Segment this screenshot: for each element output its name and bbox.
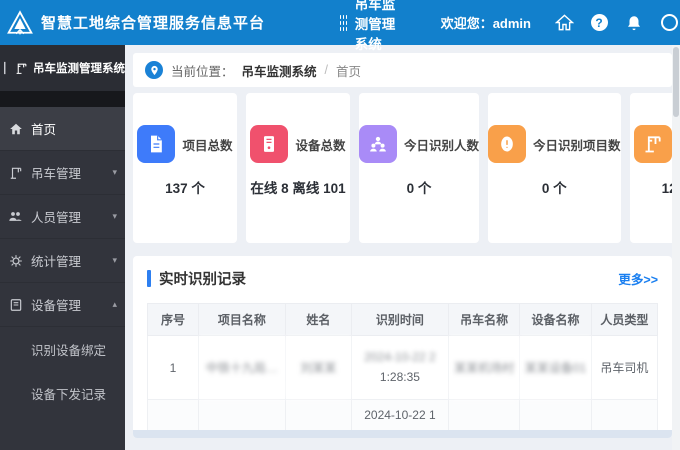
col-header-person-type: 人员类型 bbox=[590, 303, 659, 336]
stat-card-total-projects: 项目总数 137 个 bbox=[133, 93, 237, 243]
people-icon bbox=[359, 125, 397, 163]
crane-icon bbox=[634, 125, 672, 163]
cell-person-type: 吊车司机 bbox=[590, 335, 659, 400]
panel-title: 实时识别记录 bbox=[159, 272, 246, 288]
logout-icon[interactable] bbox=[658, 12, 680, 34]
sidebar-item-crane-management[interactable]: 吊车管理 ▾ bbox=[0, 151, 125, 195]
crane-icon bbox=[15, 62, 28, 75]
realtime-records-panel: 实时识别记录 更多>> 序号 项目名称 姓名 识别时间 吊车名称 设备名称 人员… bbox=[133, 256, 672, 438]
document-icon bbox=[137, 125, 176, 163]
sidebar-title-label: 吊车监测管理系统 bbox=[33, 63, 125, 75]
table-row: 2024-10-22 1 bbox=[147, 399, 659, 430]
chevron-down-icon: ▾ bbox=[112, 255, 117, 265]
table-row: 1 中铁十九局… 刘某某 2024-10-22 2 1:28:35 某某机场村 … bbox=[147, 335, 659, 400]
apps-grid-icon bbox=[340, 14, 347, 31]
stat-card-today-recognized-projects: 今日识别项目数 0 个 bbox=[488, 93, 621, 243]
recognition-records-table: 序号 项目名称 姓名 识别时间 吊车名称 设备名称 人员类型 1 中铁十九局… … bbox=[147, 303, 659, 430]
home-icon[interactable] bbox=[553, 12, 575, 34]
sidebar-item-device-management[interactable]: 设备管理 ▴ bbox=[0, 283, 125, 327]
top-header: 智慧工地综合管理服务信息平台 吊车监测管理系统 欢迎您：admin ? bbox=[0, 0, 680, 52]
sidebar-subitem-label: 识别设备绑定 bbox=[31, 343, 107, 358]
sidebar-item-home[interactable]: 首页 bbox=[0, 107, 125, 151]
cell-recognition-time: 2024-10-22 2 1:28:35 bbox=[350, 335, 449, 400]
header-action-icons: ? bbox=[553, 12, 680, 34]
crane-icon bbox=[8, 165, 23, 180]
stat-card-value: 0 个 bbox=[406, 181, 432, 196]
device-icon bbox=[8, 297, 23, 312]
sidebar-subitem-recognition-device-binding[interactable]: 识别设备绑定 bbox=[0, 327, 125, 371]
cell-recognition-time: 2024-10-22 1 bbox=[350, 399, 449, 430]
app-switcher[interactable]: 吊车监测管理系统 bbox=[340, 0, 401, 53]
current-app-name: 吊车监测管理系统 bbox=[354, 0, 396, 52]
sidebar-item-label: 吊车管理 bbox=[31, 167, 82, 181]
cell-crane-name: 某某机场村 bbox=[447, 335, 521, 400]
sidebar-divider bbox=[0, 91, 125, 107]
stat-card-value: 在线 8 离线 101 bbox=[250, 181, 346, 196]
more-link[interactable]: 更多>> bbox=[618, 269, 658, 288]
breadcrumb-root[interactable]: 吊车监测系统 bbox=[242, 61, 317, 80]
sidebar-subitem-label: 设备下发记录 bbox=[31, 387, 107, 402]
welcome-label: 欢迎您： bbox=[440, 16, 493, 31]
col-header-person-name: 姓名 bbox=[284, 303, 352, 336]
col-header-crane-name: 吊车名称 bbox=[447, 303, 521, 336]
collapse-handle-icon bbox=[4, 61, 6, 75]
sidebar-item-label: 设备管理 bbox=[31, 299, 82, 313]
device-icon bbox=[250, 125, 289, 163]
home-icon bbox=[8, 121, 23, 136]
stat-card-value: 137 个 bbox=[165, 181, 205, 196]
chevron-down-icon: ▾ bbox=[112, 211, 117, 221]
scrollbar-thumb[interactable] bbox=[673, 47, 679, 117]
stat-card-crane-count: 吊车数量 123 个 bbox=[629, 93, 672, 243]
breadcrumb-separator: / bbox=[324, 63, 329, 77]
sidebar-title: 吊车监测管理系统 bbox=[0, 45, 125, 91]
sidebar-item-label: 人员管理 bbox=[31, 211, 82, 225]
vertical-scrollbar[interactable] bbox=[672, 45, 680, 450]
chevron-up-icon: ▴ bbox=[112, 299, 117, 309]
location-pin-icon bbox=[145, 61, 163, 79]
stat-card-label: 今日识别项目数 bbox=[533, 138, 621, 153]
sidebar-item-personnel-management[interactable]: 人员管理 ▾ bbox=[0, 195, 125, 239]
stat-card-total-devices: 设备总数 在线 8 离线 101 bbox=[246, 93, 350, 243]
breadcrumb: 当前位置： 吊车监测系统 / 首页 bbox=[133, 53, 672, 87]
cell-project-name: 中铁十九局… bbox=[198, 335, 286, 400]
chevron-down-icon: ▾ bbox=[112, 167, 117, 177]
bell-icon[interactable] bbox=[623, 12, 645, 34]
cell-device-name: 某某设备01 bbox=[519, 335, 592, 400]
cell-no: 1 bbox=[147, 335, 199, 400]
panel-title-accent-bar bbox=[147, 270, 151, 287]
brand: 智慧工地综合管理服务信息平台 bbox=[0, 9, 340, 37]
platform-title: 智慧工地综合管理服务信息平台 bbox=[41, 15, 266, 32]
help-icon[interactable]: ? bbox=[588, 12, 610, 34]
col-header-project-name: 项目名称 bbox=[198, 303, 286, 336]
stat-card-label: 设备总数 bbox=[295, 138, 346, 153]
username: admin bbox=[492, 16, 531, 31]
users-icon bbox=[8, 209, 23, 224]
sidebar-item-label: 首页 bbox=[31, 123, 57, 137]
breadcrumb-current[interactable]: 首页 bbox=[336, 61, 361, 80]
stats-icon bbox=[8, 253, 23, 268]
cell-person-name: 刘某某 bbox=[284, 335, 352, 400]
col-header-device-name: 设备名称 bbox=[519, 303, 592, 336]
topbar-right: 吊车监测管理系统 欢迎您：admin ? bbox=[340, 0, 680, 53]
table-header-row: 序号 项目名称 姓名 识别时间 吊车名称 设备名称 人员类型 bbox=[147, 303, 659, 336]
sidebar-item-statistics-management[interactable]: 统计管理 ▾ bbox=[0, 239, 125, 283]
sidebar: 吊车监测管理系统 首页 吊车管理 ▾ 人员管理 ▾ 统计管理 ▾ 设备管理 ▴ … bbox=[0, 45, 125, 450]
stat-card-value: 0 个 bbox=[541, 181, 567, 196]
welcome-text: 欢迎您：admin bbox=[441, 13, 531, 32]
main-content: 当前位置： 吊车监测系统 / 首页 项目总数 137 个 设备总数 在线 8 离… bbox=[125, 45, 672, 450]
sidebar-subitem-device-issue-records[interactable]: 设备下发记录 bbox=[0, 371, 125, 415]
stat-cards-row: 项目总数 137 个 设备总数 在线 8 离线 101 今日识别人数 0 个 今… bbox=[133, 93, 672, 243]
stat-card-label: 今日识别人数 bbox=[404, 138, 480, 153]
col-header-recognition-time: 识别时间 bbox=[350, 303, 449, 336]
info-circle-icon bbox=[488, 125, 527, 163]
col-header-no: 序号 bbox=[147, 303, 199, 336]
app-root: 智慧工地综合管理服务信息平台 吊车监测管理系统 欢迎您：admin ? 吊车监测… bbox=[0, 0, 680, 450]
stat-card-value: 123 个 bbox=[661, 181, 672, 196]
sidebar-item-label: 统计管理 bbox=[31, 255, 82, 269]
stat-card-today-recognized-people: 今日识别人数 0 个 bbox=[359, 93, 480, 243]
breadcrumb-label: 当前位置： bbox=[171, 64, 234, 79]
stat-card-label: 项目总数 bbox=[182, 138, 233, 153]
platform-logo-icon bbox=[6, 9, 34, 37]
table-footer-strip bbox=[133, 429, 672, 438]
